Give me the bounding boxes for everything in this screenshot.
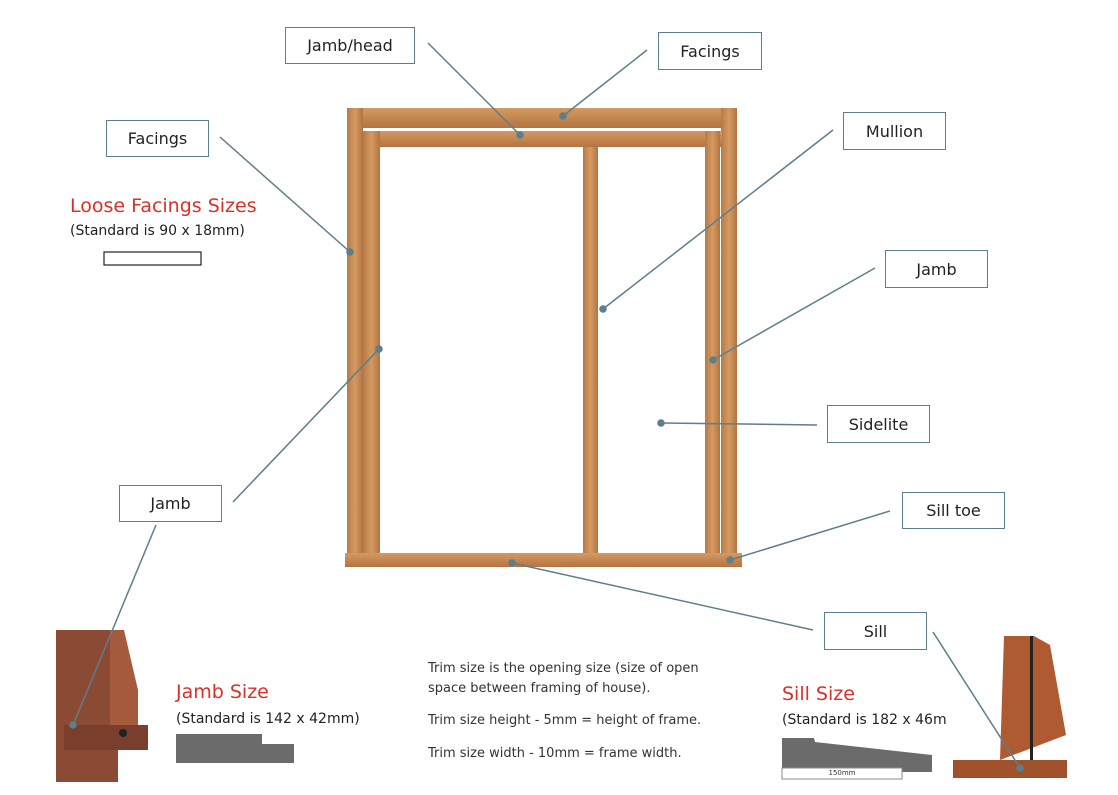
label-facings-top: Facings bbox=[658, 32, 762, 70]
label-sill-toe: Sill toe bbox=[902, 492, 1005, 529]
note-width: Trim size width - 10mm = frame width. bbox=[428, 746, 682, 761]
note-trim-size: Trim size is the opening size (size of o… bbox=[428, 661, 699, 696]
sill-size-title: Sill Size bbox=[782, 683, 855, 705]
label-sill: Sill bbox=[824, 612, 927, 650]
label-mullion: Mullion bbox=[843, 112, 946, 150]
loose-facings-title: Loose Facings Sizes bbox=[70, 195, 257, 217]
facing-right bbox=[721, 108, 737, 563]
jamb-photo bbox=[56, 630, 148, 782]
head-jamb bbox=[363, 131, 722, 147]
facing-top bbox=[347, 108, 737, 128]
label-jamb-right: Jamb bbox=[885, 250, 988, 288]
label-facings-left: Facings bbox=[106, 120, 209, 157]
jamb-size-standard: (Standard is 142 x 42mm) bbox=[176, 711, 360, 727]
label-jamb-left: Jamb bbox=[119, 485, 222, 522]
jamb-size-title: Jamb Size bbox=[176, 681, 269, 703]
label-jamb-head: Jamb/head bbox=[285, 27, 415, 64]
jamb-right bbox=[705, 131, 720, 553]
sill-profile-label: 150mm bbox=[828, 769, 856, 777]
loose-facing-profile bbox=[103, 251, 202, 266]
sill-size-standard: (Standard is 182 x 46m bbox=[782, 712, 947, 728]
door-frame bbox=[345, 108, 742, 567]
mullion bbox=[583, 147, 598, 553]
facing-left bbox=[347, 108, 363, 563]
jamb-left bbox=[363, 131, 380, 553]
loose-facings-standard: (Standard is 90 x 18mm) bbox=[70, 223, 245, 239]
label-sidelite: Sidelite bbox=[827, 405, 930, 443]
sill-photo bbox=[953, 636, 1067, 778]
sill bbox=[345, 553, 742, 567]
note-height: Trim size height - 5mm = height of frame… bbox=[428, 713, 702, 728]
jamb-profile bbox=[176, 734, 294, 763]
